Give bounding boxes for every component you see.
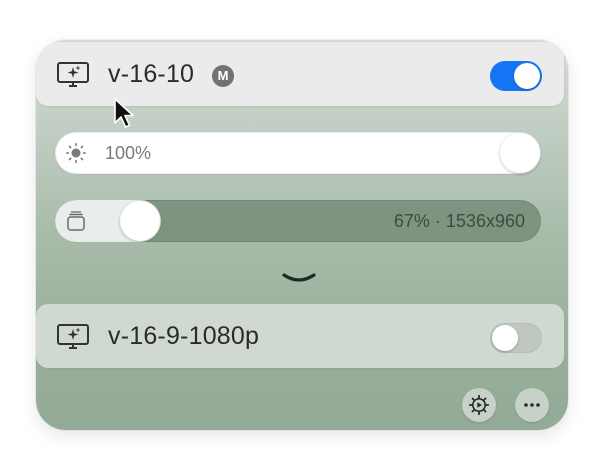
chevron-down-icon[interactable]	[281, 270, 317, 286]
toggle-knob	[514, 63, 540, 89]
toggle-knob	[492, 325, 518, 351]
gear-play-icon	[469, 395, 489, 415]
brightness-slider[interactable]: 100%	[55, 132, 541, 174]
display-name: v-16-10	[108, 60, 195, 88]
resolution-value: 67% · 1536x960	[393, 211, 525, 231]
sun-icon	[66, 143, 86, 163]
brightness-value: 100%	[105, 143, 152, 163]
resolution-slider-thumb[interactable]	[120, 201, 160, 241]
main-display-badge: M	[212, 65, 234, 87]
display-toggle[interactable]	[490, 323, 542, 353]
display-toggle[interactable]	[490, 61, 542, 91]
display-sparkle-icon	[57, 62, 89, 87]
ellipsis-icon	[524, 403, 540, 407]
more-options-button[interactable]	[515, 388, 549, 422]
settings-button[interactable]	[462, 388, 496, 422]
stacked-windows-icon	[67, 211, 85, 231]
display-row-v-16-9-1080p[interactable]: v-16-9-1080p	[36, 304, 564, 368]
resolution-slider[interactable]: 67% · 1536x960	[55, 200, 541, 242]
display-sparkle-icon	[57, 324, 89, 349]
display-name: v-16-9-1080p	[108, 322, 260, 350]
brightness-slider-thumb[interactable]	[500, 133, 540, 173]
mouse-cursor-icon	[114, 98, 134, 128]
